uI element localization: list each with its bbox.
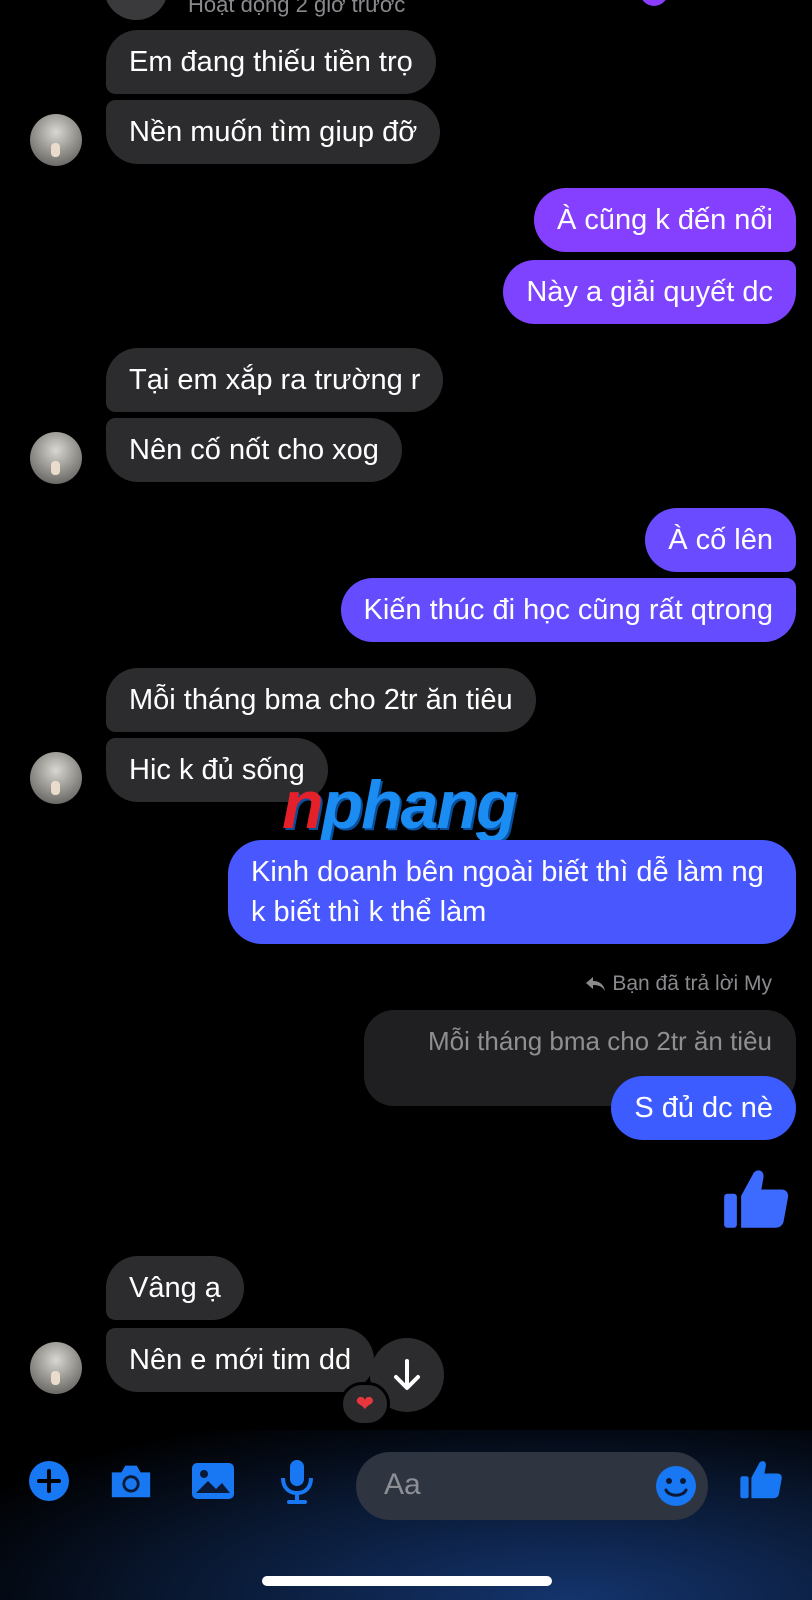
message-input-placeholder: Aa bbox=[384, 1468, 421, 1501]
emoji-icon[interactable] bbox=[654, 1464, 698, 1508]
message-incoming[interactable]: Nên cố nốt cho xog bbox=[106, 418, 402, 482]
message-incoming[interactable]: Nên e mới tim dd bbox=[106, 1328, 375, 1392]
message-outgoing[interactable]: Kiến thúc đi học cũng rất qtrong bbox=[340, 578, 796, 642]
like-icon[interactable] bbox=[722, 1164, 790, 1232]
message-outgoing[interactable]: À cũng k đến nổi bbox=[533, 188, 796, 252]
camera-button[interactable] bbox=[108, 1458, 154, 1504]
camera-icon bbox=[111, 1465, 151, 1498]
plus-button[interactable] bbox=[26, 1458, 72, 1504]
contact-avatar-header[interactable] bbox=[104, 0, 168, 20]
message-incoming[interactable]: Mỗi tháng bma cho 2tr ăn tiêu bbox=[106, 668, 536, 732]
reply-indicator: Bạn đã trả lời My bbox=[584, 972, 772, 996]
heart-reaction[interactable]: ❤ bbox=[340, 1382, 390, 1426]
contact-avatar[interactable] bbox=[30, 114, 82, 166]
active-status: Hoạt động 2 giờ trước bbox=[188, 0, 406, 17]
reply-meta-text: Bạn đã trả lời My bbox=[612, 972, 772, 995]
like-button[interactable] bbox=[738, 1456, 784, 1502]
arrow-down-icon bbox=[394, 1359, 420, 1390]
message-input[interactable]: Aa bbox=[356, 1452, 708, 1520]
header-call-icon[interactable] bbox=[640, 0, 668, 6]
message-incoming[interactable]: Em đang thiếu tiền trọ bbox=[106, 30, 436, 94]
image-icon bbox=[192, 1463, 234, 1499]
message-outgoing[interactable]: Kinh doanh bên ngoài biết thì dễ làm ng … bbox=[228, 840, 796, 944]
contact-avatar[interactable] bbox=[30, 1342, 82, 1394]
voice-button[interactable] bbox=[274, 1458, 320, 1504]
message-incoming[interactable]: Tại em xắp ra trường r bbox=[106, 348, 444, 412]
message-outgoing[interactable]: À cố lên bbox=[645, 508, 796, 572]
contact-avatar[interactable] bbox=[30, 432, 82, 484]
like-icon bbox=[740, 1461, 782, 1499]
contact-avatar[interactable] bbox=[30, 752, 82, 804]
microphone-icon bbox=[281, 1460, 313, 1504]
reply-icon bbox=[586, 977, 606, 991]
plus-icon bbox=[29, 1461, 69, 1501]
message-outgoing[interactable]: Này a giải quyết dc bbox=[503, 260, 796, 324]
message-incoming[interactable]: Vâng ạ bbox=[106, 1256, 244, 1320]
home-indicator[interactable] bbox=[262, 1576, 552, 1586]
message-outgoing[interactable]: S đủ dc nè bbox=[611, 1076, 796, 1140]
watermark-logo: nphang bbox=[282, 767, 518, 843]
gallery-button[interactable] bbox=[190, 1458, 236, 1504]
message-incoming[interactable]: Nền muốn tìm giup đỡ bbox=[106, 100, 441, 164]
